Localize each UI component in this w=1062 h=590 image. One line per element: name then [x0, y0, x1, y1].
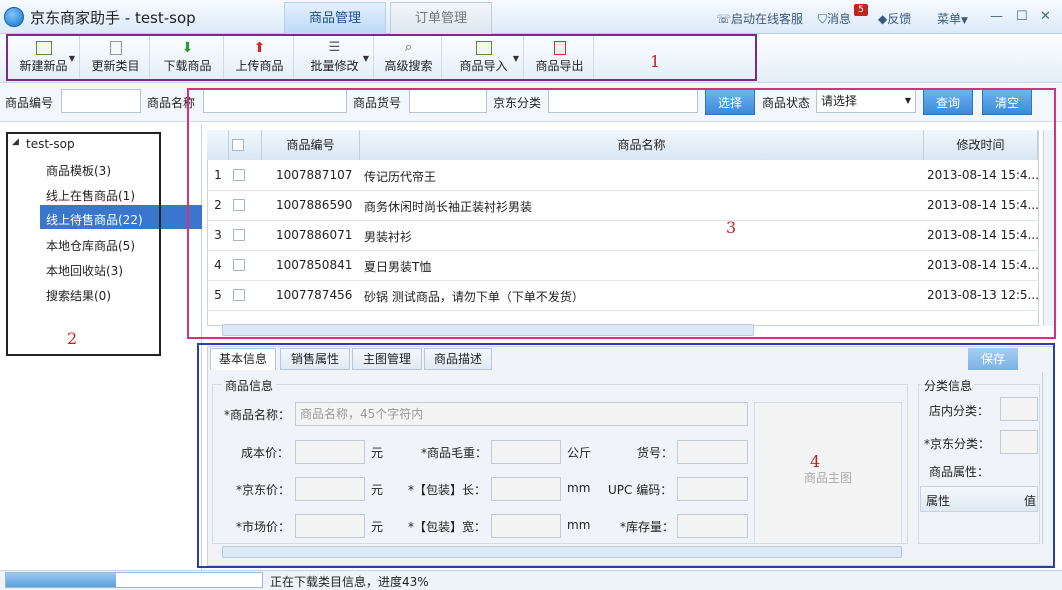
tab-goods-management[interactable]: 商品管理 [284, 2, 386, 34]
annotation-box-4 [197, 343, 1055, 568]
headset-icon: ☏ [716, 12, 732, 26]
annotation-box-3 [187, 88, 1056, 339]
annotation-label-1: 1 [650, 52, 661, 71]
close-icon[interactable]: ✕ [1040, 9, 1051, 24]
maximize-icon[interactable]: ☐ [1016, 9, 1028, 24]
chevron-down-icon: ▼ [961, 16, 968, 26]
shield-icon: ⛉ [818, 12, 828, 26]
annotation-box-2 [6, 132, 161, 356]
message-count-badge: 5 [854, 4, 868, 16]
annotation-label-4: 4 [810, 452, 821, 471]
app-logo-icon [4, 7, 24, 27]
annotation-box-1 [6, 34, 757, 81]
messages-link[interactable]: ⛉消息 [818, 10, 851, 27]
product-id-input[interactable] [61, 89, 141, 113]
download-progress-bar [5, 572, 263, 588]
progress-fill [6, 573, 117, 587]
annotation-label-3: 3 [726, 218, 737, 237]
feedback-icon: ◆ [878, 12, 888, 26]
tab-order-management[interactable]: 订单管理 [390, 2, 492, 34]
minimize-icon[interactable]: — [990, 9, 1003, 24]
status-text: 正在下载类目信息，进度43% [270, 575, 429, 589]
feedback-link[interactable]: ◆反馈 [878, 10, 911, 27]
menu-link[interactable]: 菜单▼ [937, 10, 968, 27]
online-service-link[interactable]: ☏启动在线客服 [716, 10, 803, 27]
annotation-label-2: 2 [67, 329, 78, 348]
app-title: 京东商家助手 - test-sop [30, 9, 196, 27]
product-id-label: 商品编号 [5, 96, 54, 110]
